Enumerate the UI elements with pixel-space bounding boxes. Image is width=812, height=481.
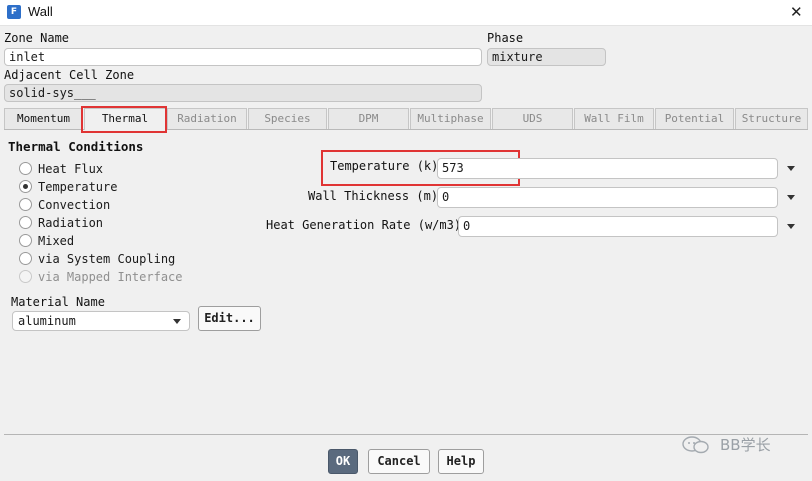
radio-button bbox=[19, 270, 32, 283]
watermark: BB学长 bbox=[682, 433, 792, 457]
radio-button[interactable] bbox=[19, 162, 32, 175]
temperature-label: Temperature (k) bbox=[330, 159, 439, 173]
radio-label: Mixed bbox=[38, 234, 75, 248]
tab-species[interactable]: Species bbox=[248, 108, 327, 129]
window-title: Wall bbox=[28, 4, 53, 19]
title-bar: F Wall ✕ bbox=[0, 0, 812, 26]
zone-name-label: Zone Name bbox=[4, 31, 70, 45]
zone-name-input[interactable]: inlet bbox=[4, 48, 482, 66]
material-name-select[interactable]: aluminum bbox=[12, 311, 190, 331]
radio-label: via Mapped Interface bbox=[38, 270, 183, 284]
radio-label: via System Coupling bbox=[38, 252, 176, 266]
radio-button[interactable] bbox=[19, 180, 32, 193]
tab-radiation[interactable]: Radiation bbox=[167, 108, 247, 129]
close-icon[interactable]: ✕ bbox=[790, 3, 803, 21]
adjacent-cell-zone-field: solid-sys___ bbox=[4, 84, 482, 102]
radio-button[interactable] bbox=[19, 252, 32, 265]
ok-button[interactable]: OK bbox=[328, 449, 358, 474]
help-button[interactable]: Help bbox=[438, 449, 484, 474]
chevron-down-icon bbox=[173, 319, 181, 324]
wechat-icon bbox=[682, 436, 709, 454]
tab-multiphase[interactable]: Multiphase bbox=[410, 108, 491, 129]
tab-wall-film[interactable]: Wall Film bbox=[574, 108, 654, 129]
wall-thickness-input[interactable]: 0 bbox=[437, 187, 778, 208]
temperature-dropdown-arrow-icon[interactable] bbox=[787, 166, 795, 171]
phase-field: mixture bbox=[487, 48, 606, 66]
cancel-button[interactable]: Cancel bbox=[368, 449, 430, 474]
heat-generation-rate-label: Heat Generation Rate (w/m3) bbox=[266, 218, 462, 232]
tab-momentum[interactable]: Momentum bbox=[4, 108, 83, 129]
temperature-input[interactable]: 573 bbox=[437, 158, 778, 179]
tab-uds[interactable]: UDS bbox=[492, 108, 573, 129]
wall-thickness-label: Wall Thickness (m) bbox=[308, 189, 439, 203]
heat-generation-rate-dropdown-arrow-icon[interactable] bbox=[787, 224, 795, 229]
thermal-conditions-heading: Thermal Conditions bbox=[8, 139, 144, 154]
phase-label: Phase bbox=[487, 31, 524, 45]
radio-button[interactable] bbox=[19, 234, 32, 247]
radio-button[interactable] bbox=[19, 198, 32, 211]
watermark-text: BB学长 bbox=[720, 436, 771, 454]
tab-dpm[interactable]: DPM bbox=[328, 108, 409, 129]
thermal-tab-highlight bbox=[81, 106, 167, 133]
adjacent-cell-zone-label: Adjacent Cell Zone bbox=[4, 68, 135, 82]
radio-button[interactable] bbox=[19, 216, 32, 229]
material-name-label: Material Name bbox=[11, 295, 105, 309]
edit-material-button[interactable]: Edit... bbox=[198, 306, 261, 331]
heat-generation-rate-input[interactable]: 0 bbox=[458, 216, 778, 237]
radio-label: Temperature bbox=[38, 180, 118, 194]
tab-structure[interactable]: Structure bbox=[735, 108, 808, 129]
fluent-app-icon: F bbox=[7, 5, 21, 19]
radio-label: Heat Flux bbox=[38, 162, 104, 176]
radio-label: Convection bbox=[38, 198, 111, 212]
tab-potential[interactable]: Potential bbox=[655, 108, 734, 129]
wall-thickness-dropdown-arrow-icon[interactable] bbox=[787, 195, 795, 200]
material-name-value: aluminum bbox=[18, 314, 76, 328]
radio-label: Radiation bbox=[38, 216, 104, 230]
